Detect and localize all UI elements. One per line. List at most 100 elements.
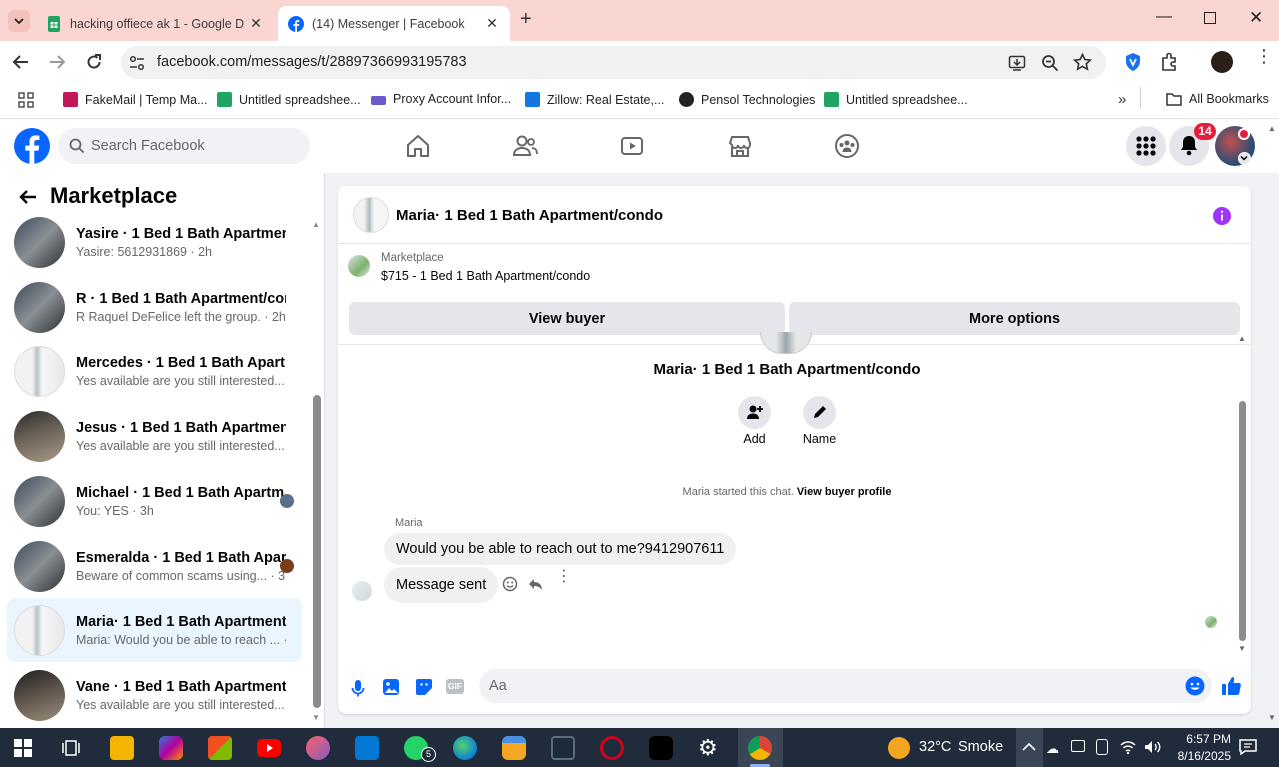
close-tab-icon[interactable]: ✕ [248, 15, 264, 32]
volume-icon[interactable] [1143, 739, 1161, 755]
opera-icon[interactable] [600, 736, 624, 760]
sticker-icon[interactable] [415, 678, 433, 696]
conversation-item[interactable]: Esmeralda · 1 Bed 1 Bath Apar... Beware o… [7, 534, 302, 598]
video-icon[interactable] [619, 133, 645, 159]
add-people-button[interactable] [738, 396, 771, 429]
bookmark-proxy-account[interactable]: Proxy Account Infor... [371, 92, 511, 106]
bookmark-star-icon[interactable] [1073, 53, 1092, 72]
facebook-logo-icon[interactable] [14, 128, 50, 164]
task-view-icon[interactable] [62, 739, 80, 757]
back-arrow-icon[interactable] [18, 187, 38, 207]
conversation-item[interactable]: Vane · 1 Bed 1 Bath Apartment/c... Yes av… [7, 663, 302, 727]
marketplace-icon[interactable] [727, 133, 753, 159]
all-bookmarks[interactable]: All Bookmarks [1166, 92, 1269, 106]
view-buyer-button[interactable]: View buyer [349, 302, 785, 335]
edge-icon[interactable] [453, 736, 477, 760]
close-tab-icon[interactable]: ✕ [484, 15, 500, 32]
scroll-up-arrow[interactable]: ▲ [312, 220, 320, 229]
reload-icon[interactable] [85, 53, 103, 71]
microphone-icon[interactable] [350, 678, 366, 698]
settings-icon[interactable]: ⚙ [698, 736, 718, 760]
chrome-icon[interactable] [748, 736, 772, 760]
windows-start-icon[interactable] [14, 739, 32, 757]
emoji-icon[interactable] [1185, 676, 1205, 696]
edit-name-button[interactable] [803, 396, 836, 429]
conversation-item[interactable]: Yasire · 1 Bed 1 Bath Apartment/... Yasir… [7, 210, 302, 274]
clock-time[interactable]: 6:57 PM [1163, 732, 1231, 746]
more-options-button[interactable]: More options [789, 302, 1240, 335]
battery-icon[interactable] [1071, 740, 1085, 752]
react-icon[interactable] [502, 576, 518, 592]
reply-icon[interactable] [527, 576, 543, 592]
listing-title[interactable]: $715 - 1 Bed 1 Bath Apartment/condo [381, 269, 590, 283]
weather-temp[interactable]: 32°C [919, 739, 951, 755]
app-icon[interactable] [551, 736, 575, 760]
clock-date[interactable]: 8/16/2025 [1163, 749, 1231, 763]
gif-icon[interactable]: GIF [446, 679, 464, 694]
file-explorer-icon[interactable] [110, 736, 134, 760]
app-icon[interactable] [502, 736, 526, 760]
restore-button[interactable] [1204, 12, 1216, 24]
zoom-icon[interactable] [1041, 54, 1059, 72]
message-bubble[interactable]: Would you be able to reach out to me?941… [384, 533, 737, 565]
notification-center-icon[interactable] [1239, 739, 1257, 755]
conversation-item[interactable]: Mercedes · 1 Bed 1 Bath Apartm... Yes ava… [7, 339, 302, 403]
conversation-item-active[interactable]: Maria· 1 Bed 1 Bath Apartment/... Maria: … [7, 598, 302, 662]
weather-icon[interactable] [888, 737, 910, 759]
minimize-button[interactable]: — [1156, 8, 1172, 26]
home-icon[interactable] [405, 133, 431, 159]
address-bar[interactable]: facebook.com/messages/t/2889736699319578… [121, 46, 1106, 79]
extensions-icon[interactable] [1159, 52, 1179, 72]
apps-grid-icon[interactable] [18, 92, 34, 108]
profile-avatar[interactable] [1211, 51, 1233, 73]
chevron-up-icon[interactable] [1021, 740, 1037, 754]
close-window-button[interactable]: ✕ [1249, 8, 1263, 28]
bookmark-zillow[interactable]: Zillow: Real Estate,... [525, 92, 664, 107]
scroll-up-arrow[interactable]: ▲ [1238, 334, 1246, 343]
message-input[interactable]: Aa [479, 669, 1212, 703]
more-actions-icon[interactable]: ⋮ [556, 569, 572, 585]
more-bookmarks-icon[interactable]: » [1118, 91, 1126, 108]
chat-avatar[interactable] [353, 197, 389, 233]
install-app-icon[interactable] [1008, 54, 1026, 72]
youtube-icon[interactable] [257, 739, 281, 757]
photo-icon[interactable] [382, 678, 400, 696]
device-icon[interactable] [1096, 739, 1108, 755]
site-info-icon[interactable] [128, 54, 146, 72]
like-icon[interactable] [1221, 676, 1241, 696]
menu-dots-icon[interactable]: ⋮ [1255, 47, 1273, 65]
outlook-icon[interactable] [355, 736, 379, 760]
info-icon[interactable] [1212, 206, 1232, 226]
weather-desc[interactable]: Smoke [958, 739, 1003, 755]
bookmark-spreadsheet-1[interactable]: Untitled spreadshee... [217, 92, 361, 107]
page-scroll-up-arrow[interactable]: ▲ [1268, 124, 1276, 133]
page-scroll-down-arrow[interactable]: ▼ [1268, 713, 1276, 722]
view-buyer-profile-link[interactable]: View buyer profile [797, 486, 892, 498]
sidebar-scrollbar[interactable] [313, 395, 321, 708]
browser-tab-sheets[interactable]: hacking offiece ak 1 - Google D ✕ [36, 6, 274, 41]
conversation-item[interactable]: Michael · 1 Bed 1 Bath Apartm... You: YES… [7, 469, 302, 533]
wifi-icon[interactable] [1119, 739, 1137, 755]
bookmark-pensol[interactable]: Pensol Technologies [679, 92, 815, 107]
microsoft-store-icon[interactable] [208, 736, 232, 760]
conversation-item[interactable]: R · 1 Bed 1 Bath Apartment/condo R Raquel… [7, 275, 302, 339]
tiktok-icon[interactable] [649, 736, 673, 760]
browser-tab-messenger[interactable]: (14) Messenger | Facebook ✕ [278, 6, 510, 41]
bookmark-spreadsheet-2[interactable]: Untitled spreadshee... [824, 92, 968, 107]
new-tab-button[interactable]: + [520, 9, 540, 30]
menu-button[interactable] [1126, 126, 1166, 166]
search-facebook-input[interactable]: Search Facebook [58, 128, 310, 164]
onedrive-icon[interactable]: ☁ [1046, 741, 1059, 757]
chevron-down-icon[interactable] [1238, 152, 1251, 165]
groups-icon[interactable] [834, 133, 860, 159]
scroll-down-arrow[interactable]: ▼ [312, 713, 320, 722]
app-icon[interactable] [306, 736, 330, 760]
back-icon[interactable] [12, 53, 30, 71]
friends-icon[interactable] [512, 133, 538, 159]
copilot-icon[interactable] [159, 736, 183, 760]
forward-icon[interactable] [48, 53, 66, 71]
scroll-down-arrow[interactable]: ▼ [1238, 644, 1246, 653]
chat-title[interactable]: Maria· 1 Bed 1 Bath Apartment/condo [396, 207, 663, 224]
chat-scrollbar[interactable] [1239, 401, 1246, 641]
tab-search-button[interactable] [8, 10, 30, 32]
